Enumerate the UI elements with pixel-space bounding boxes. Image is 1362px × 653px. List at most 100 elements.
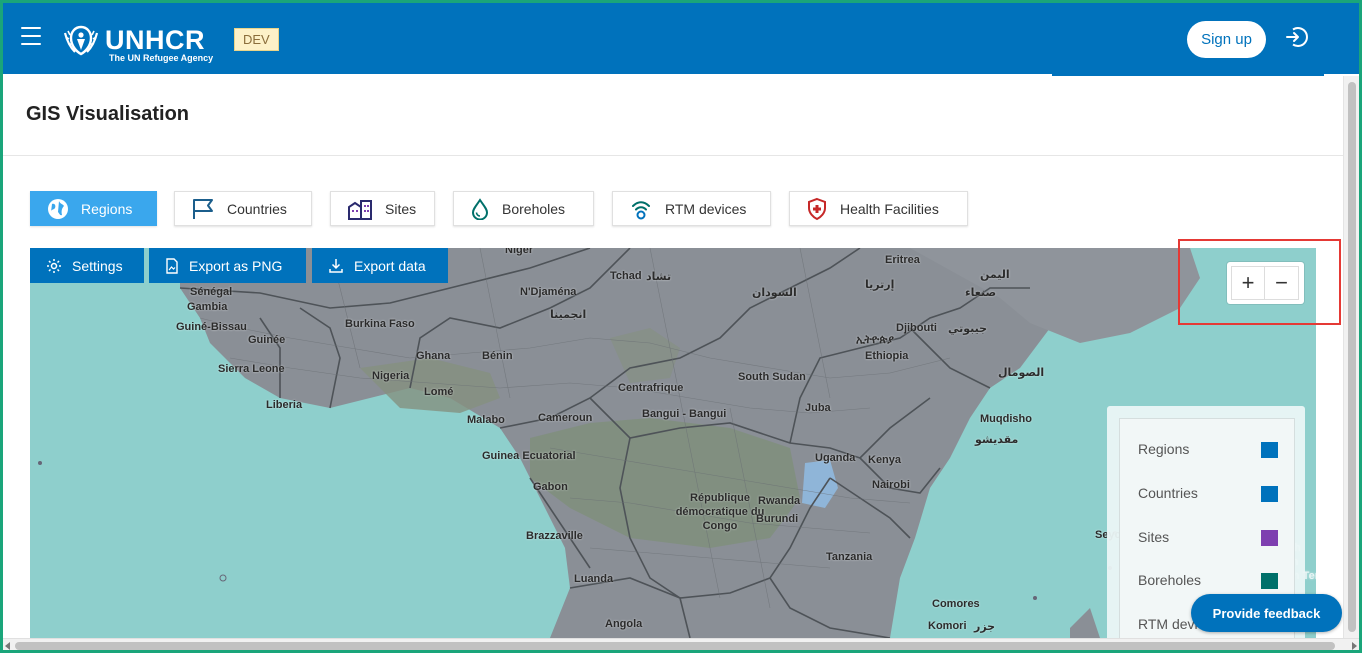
signal-device-icon xyxy=(632,200,650,219)
scroll-right-arrow-icon[interactable] xyxy=(1352,642,1357,650)
map-place-label: South Sudan xyxy=(738,371,806,383)
map-place-label: Uganda xyxy=(815,452,856,464)
settings-button[interactable]: Settings xyxy=(30,248,144,283)
map-place-label: جزر xyxy=(974,621,996,633)
map-place-label: République démocratique du Congo xyxy=(675,492,765,532)
map-place-label: Tchad xyxy=(610,270,642,282)
map-place-label: Cameroun xyxy=(538,412,593,424)
map-place-label: Guinea Ecuatorial xyxy=(482,450,576,462)
map-place-label: Gabon xyxy=(533,481,568,493)
map-place-label: السودان xyxy=(752,287,797,299)
map-place-label: اليمن xyxy=(980,269,1010,281)
map-place-label: Nairobi xyxy=(872,479,910,491)
page-title: GIS Visualisation xyxy=(26,103,190,125)
hamburger-menu-icon[interactable] xyxy=(21,27,41,45)
export-data-label: Export data xyxy=(354,257,426,274)
scroll-left-arrow-icon[interactable] xyxy=(5,642,10,650)
map-place-label: Centrafrique xyxy=(618,382,684,394)
map-place-label: Sierra Leone xyxy=(218,363,285,375)
map-place-label: Bénin xyxy=(482,350,513,362)
browser-frame: UNHCR The UN Refugee Agency DEV Sign up … xyxy=(0,0,1362,653)
map-place-label: مقديشو xyxy=(975,434,1019,446)
map-place-label: Brazzaville xyxy=(526,530,583,542)
tab-rtm-devices-label: RTM devices xyxy=(665,200,747,217)
map-place-label: Ghana xyxy=(416,350,451,362)
tab-health-facilities[interactable]: Health Facilities xyxy=(789,191,968,226)
map-place-label: Sénégal xyxy=(190,286,233,298)
map-place-label: جيبوتي xyxy=(948,323,988,335)
map-place-label: Malabo xyxy=(467,414,505,426)
map-place-label: Tanzania xyxy=(826,551,873,563)
title-divider xyxy=(3,155,1359,156)
download-icon xyxy=(329,258,343,273)
export-data-button[interactable]: Export data xyxy=(312,248,448,283)
tab-regions[interactable]: Regions xyxy=(30,191,157,226)
map-place-label: Komori xyxy=(928,620,967,632)
map-place-label: Lomé xyxy=(424,386,454,398)
tab-health-facilities-label: Health Facilities xyxy=(840,200,939,217)
top-navigation-bar: UNHCR The UN Refugee Agency DEV Sign up xyxy=(3,3,1359,74)
map-place-label: Comores xyxy=(932,598,980,610)
legend-item-boreholes: Boreholes xyxy=(1138,572,1278,589)
map-place-label: ኢትዮጵያ xyxy=(856,334,894,346)
brand-subtitle: The UN Refugee Agency xyxy=(109,53,214,63)
horizontal-scrollbar-thumb[interactable] xyxy=(15,642,1335,650)
sign-up-button[interactable]: Sign up xyxy=(1187,21,1266,58)
file-image-icon xyxy=(166,257,178,274)
globe-icon xyxy=(48,198,68,219)
zoom-out-button[interactable]: − xyxy=(1265,266,1299,300)
legend-swatch xyxy=(1261,573,1278,589)
vertical-scrollbar[interactable] xyxy=(1343,76,1359,638)
tab-countries[interactable]: Countries xyxy=(174,191,312,226)
settings-label: Settings xyxy=(72,257,123,274)
map-place-label: Burkina Faso xyxy=(345,318,415,330)
tab-sites-label: Sites xyxy=(385,200,417,217)
map-place-label: Ethiopia xyxy=(865,350,909,362)
tab-regions-label: Regions xyxy=(81,200,133,217)
map-place-label: Eritrea xyxy=(885,254,920,266)
environment-badge: DEV xyxy=(234,28,279,51)
map-place-label: Bangui - Bangui xyxy=(642,408,727,420)
legend-item-sites: Sites xyxy=(1138,529,1278,546)
map-place-label: Gambia xyxy=(187,301,228,313)
map-place-label: Angola xyxy=(605,618,643,630)
export-png-label: Export as PNG xyxy=(189,257,283,274)
map-place-label: Guiné-Bissau xyxy=(176,321,247,333)
map-place-label: Luanda xyxy=(574,573,614,585)
zoom-controls: + − xyxy=(1227,262,1304,304)
zoom-in-button[interactable]: + xyxy=(1231,266,1265,300)
tab-rtm-devices[interactable]: RTM devices xyxy=(612,191,771,226)
vertical-scrollbar-thumb[interactable] xyxy=(1348,82,1356,632)
map-place-label: Kenya xyxy=(868,454,902,466)
header-underline xyxy=(1052,74,1324,76)
horizontal-scrollbar[interactable] xyxy=(3,638,1359,650)
map-place-label: إرتريا xyxy=(865,279,895,291)
map-place-label: Djibouti xyxy=(896,322,937,334)
tab-boreholes-label: Boreholes xyxy=(502,200,566,217)
water-drop-icon xyxy=(471,197,489,220)
provide-feedback-button[interactable]: Provide feedback xyxy=(1191,594,1342,632)
map-place-label: صنعاء xyxy=(965,287,997,299)
map-place-label: Rwanda xyxy=(758,495,801,507)
export-png-button[interactable]: Export as PNG xyxy=(149,248,306,283)
buildings-icon xyxy=(348,199,372,220)
tab-countries-label: Countries xyxy=(227,200,287,217)
legend-swatch xyxy=(1261,486,1278,502)
map-place-label: Juba xyxy=(805,402,831,414)
tab-boreholes[interactable]: Boreholes xyxy=(453,191,594,226)
map-place-label: Liberia xyxy=(266,399,303,411)
login-icon[interactable] xyxy=(1284,25,1308,49)
legend-item-countries: Countries xyxy=(1138,485,1278,502)
map-place-label: Muqdisho xyxy=(980,413,1032,425)
flag-icon xyxy=(193,198,213,219)
map-place-label: الصومال xyxy=(998,367,1045,379)
legend-swatch xyxy=(1261,442,1278,458)
brand-name: UNHCR xyxy=(105,25,205,55)
map-place-label: Niger xyxy=(505,248,534,256)
map-place-label: Nigeria xyxy=(372,370,410,382)
unhcr-logo[interactable]: UNHCR xyxy=(61,23,205,57)
tab-sites[interactable]: Sites xyxy=(330,191,435,226)
legend-item-regions: Regions xyxy=(1138,441,1278,458)
health-shield-icon xyxy=(808,197,826,220)
map-place-label: تشاد xyxy=(646,271,672,283)
